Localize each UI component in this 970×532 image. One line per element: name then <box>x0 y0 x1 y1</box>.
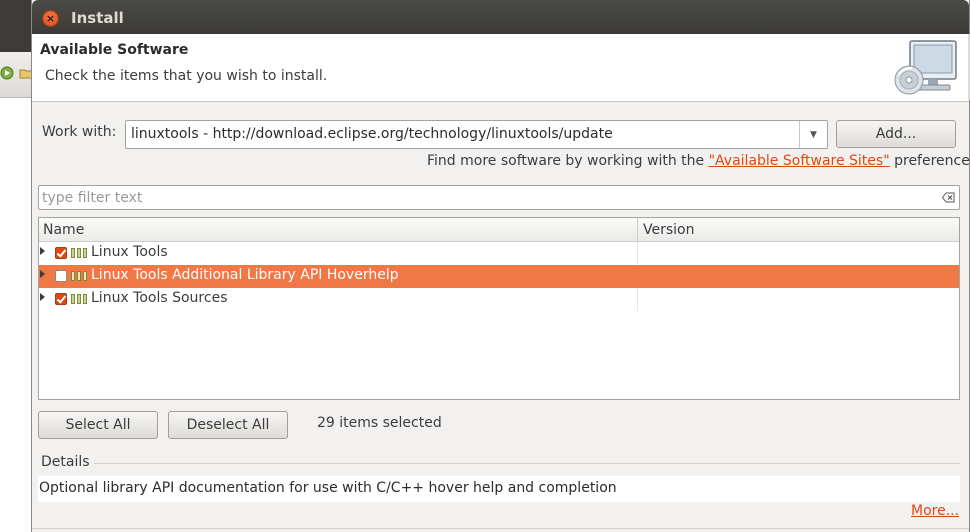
row-checkbox[interactable] <box>55 293 67 305</box>
filter-input[interactable] <box>42 188 922 207</box>
available-software-sites-link[interactable]: "Available Software Sites" <box>709 153 890 169</box>
work-with-label: Work with: <box>42 124 117 140</box>
background-workbench <box>0 0 34 532</box>
expand-arrow-icon[interactable] <box>40 293 45 301</box>
close-button[interactable]: × <box>42 10 59 27</box>
table-row[interactable]: Linux Tools Sources <box>39 288 959 311</box>
column-divider[interactable] <box>637 218 638 242</box>
wizard-header: Available Software Check the items that … <box>32 34 969 102</box>
table-header: Name Version <box>39 218 959 242</box>
row-version-divider <box>637 288 638 311</box>
table-row[interactable]: Linux Tools <box>39 242 959 265</box>
window-title: Install <box>71 9 124 27</box>
details-text: Optional library API documentation for u… <box>39 480 617 496</box>
install-dialog: × Install Available Software Check the i… <box>31 0 970 532</box>
more-software-suffix: preferences. <box>894 153 970 169</box>
row-label: Linux Tools <box>91 244 168 260</box>
details-group-label: Details <box>41 454 90 470</box>
chevron-down-icon[interactable]: ▼ <box>799 121 827 148</box>
table-row-selected[interactable]: Linux Tools Additional Library API Hover… <box>39 265 959 288</box>
feature-group-icon <box>71 248 87 258</box>
deselect-all-button[interactable]: Deselect All <box>168 411 288 439</box>
titlebar: × Install <box>32 0 969 34</box>
row-version-divider <box>637 265 638 288</box>
details-text-area: Optional library API documentation for u… <box>38 476 960 502</box>
row-label: Linux Tools Additional Library API Hover… <box>91 267 399 283</box>
more-details-link[interactable]: More... <box>911 503 959 519</box>
page-description: Check the items that you wish to install… <box>45 68 328 84</box>
more-software-hint: Find more software by working with the "… <box>427 153 970 169</box>
expand-arrow-icon[interactable] <box>40 270 45 278</box>
work-with-value: linuxtools - http://download.eclipse.org… <box>131 126 613 142</box>
bottom-divider <box>32 528 969 529</box>
close-icon: × <box>45 12 56 25</box>
column-header-version[interactable]: Version <box>643 222 694 238</box>
details-divider <box>94 463 960 464</box>
expand-arrow-icon[interactable] <box>40 247 45 255</box>
selected-count: 29 items selected <box>317 415 442 431</box>
filter-field[interactable] <box>38 185 960 210</box>
row-version-divider <box>637 242 638 265</box>
feature-group-icon <box>71 294 87 304</box>
install-wizard-icon <box>894 40 957 95</box>
select-all-button[interactable]: Select All <box>38 411 158 439</box>
row-label: Linux Tools Sources <box>91 290 228 306</box>
feature-group-icon <box>71 271 87 281</box>
row-checkbox[interactable] <box>55 247 67 259</box>
row-checkbox[interactable] <box>55 270 67 282</box>
software-tree-table: Name Version Linux Tools Linux Tools Add… <box>38 217 960 400</box>
toolbar-run-icon[interactable] <box>0 66 14 80</box>
background-titlebar <box>0 0 34 52</box>
work-with-combo[interactable]: linuxtools - http://download.eclipse.org… <box>125 120 828 149</box>
add-site-button[interactable]: Add... <box>836 120 956 148</box>
more-software-prefix: Find more software by working with the <box>427 153 709 169</box>
column-header-name[interactable]: Name <box>43 222 84 238</box>
page-title: Available Software <box>40 42 189 58</box>
clear-filter-icon[interactable] <box>942 192 955 203</box>
